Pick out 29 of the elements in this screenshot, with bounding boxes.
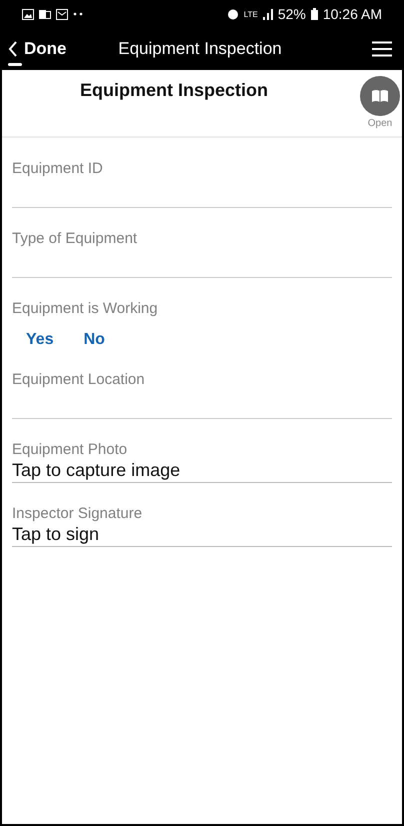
menu-button[interactable]	[372, 41, 392, 57]
field-label: Type of Equipment	[12, 230, 138, 247]
open-button[interactable]	[360, 76, 400, 116]
battery-percent: 52%	[278, 6, 306, 22]
field-label: Equipment Photo	[12, 441, 128, 458]
clock-time: 10:26 AM	[322, 6, 382, 22]
more-notifications-icon	[73, 12, 83, 16]
screen-title: Equipment Inspection	[118, 39, 282, 59]
option-button[interactable]: No	[84, 331, 105, 349]
form-title: Equipment Inspection	[80, 80, 268, 102]
signal-icon	[262, 8, 273, 20]
field-label: Equipment ID	[12, 160, 104, 177]
option-button[interactable]: Yes	[26, 331, 54, 349]
tab-indicator	[8, 63, 22, 66]
open-label: Open	[368, 118, 392, 129]
battery-icon	[310, 8, 318, 20]
field-label: Inspector Signature	[12, 505, 144, 522]
network-type: LTE	[244, 10, 258, 18]
back-button[interactable]: Done	[8, 38, 66, 60]
menu-icon	[372, 41, 392, 57]
chevron-left-icon	[8, 41, 18, 57]
field-label: Equipment is Working	[12, 300, 159, 317]
tap-field[interactable]: Tap to sign	[12, 522, 392, 547]
picture-notification-icon	[22, 8, 34, 20]
tap-field[interactable]: Tap to capture image	[12, 458, 392, 483]
field-label: Equipment Location	[12, 371, 146, 388]
app-notification-icon	[39, 8, 51, 20]
book-icon	[371, 89, 389, 103]
mail-notification-icon	[56, 8, 68, 20]
